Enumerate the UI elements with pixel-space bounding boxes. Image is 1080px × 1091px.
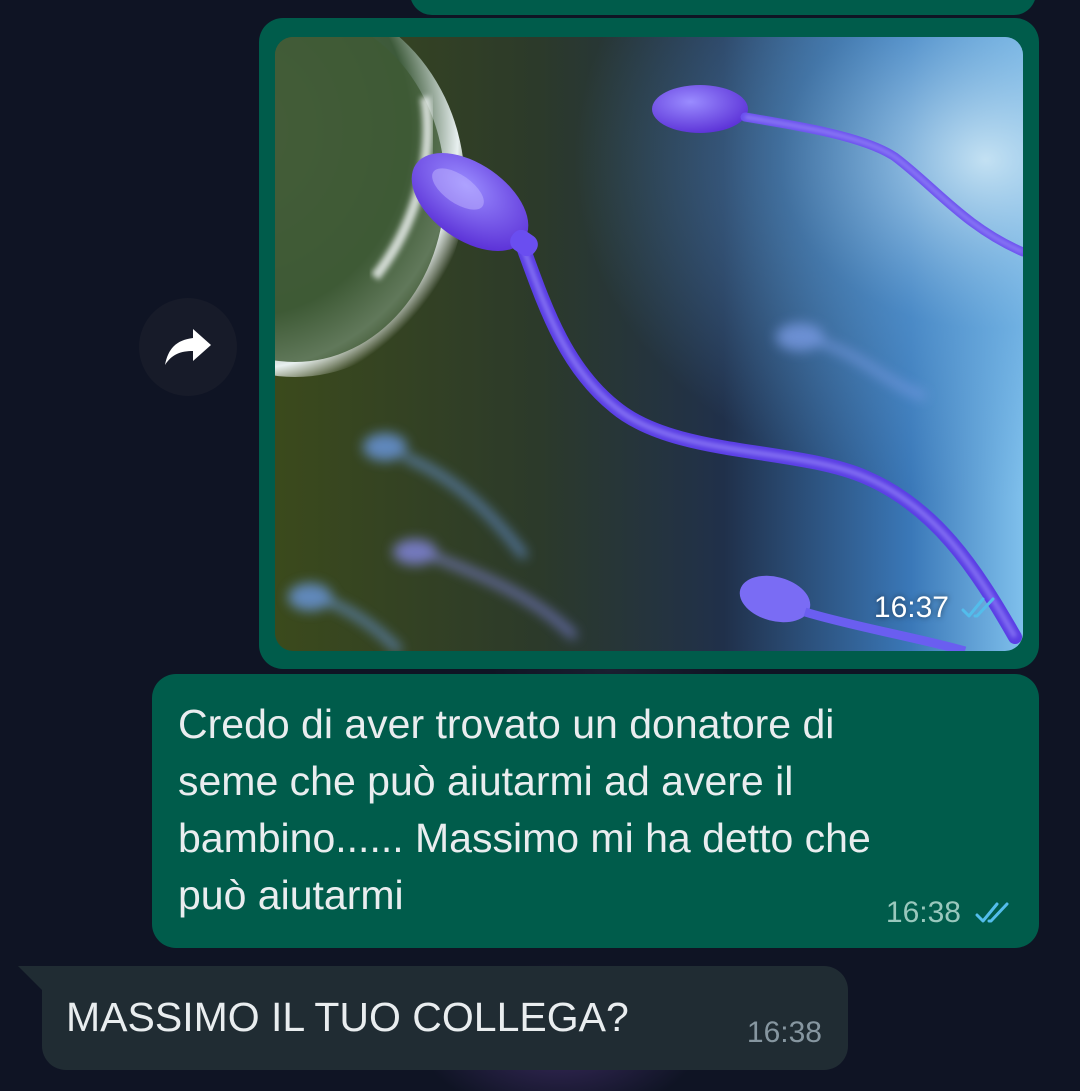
incoming-bubble-tail	[18, 966, 44, 992]
message-time: 16:37	[873, 591, 949, 624]
message-time: 16:38	[885, 896, 961, 929]
read-receipt-icon	[975, 900, 1017, 926]
previous-message-bubble[interactable]	[410, 0, 1036, 15]
read-receipt-icon	[961, 595, 1003, 621]
image-message-bubble[interactable]: 16:37	[259, 18, 1039, 669]
outgoing-message-bubble[interactable]: Credo di aver trovato un donatore di sem…	[152, 674, 1039, 948]
incoming-message-bubble[interactable]: MASSIMO IL TUO COLLEGA? 16:38	[42, 966, 848, 1070]
forward-arrow-icon	[165, 329, 211, 365]
sperm-cells-photo	[275, 37, 1023, 651]
forward-button[interactable]	[139, 298, 237, 396]
image-attachment[interactable]	[275, 37, 1023, 651]
message-time: 16:38	[746, 1016, 822, 1049]
message-text: MASSIMO IL TUO COLLEGA?	[66, 994, 629, 1040]
message-text: Credo di aver trovato un donatore di sem…	[178, 701, 871, 918]
